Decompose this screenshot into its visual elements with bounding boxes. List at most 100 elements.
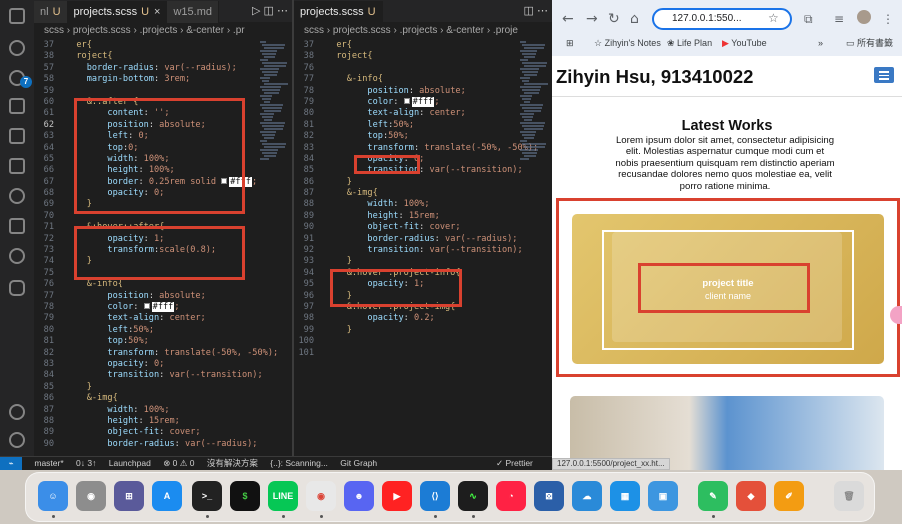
reload-icon[interactable]: ↻ bbox=[608, 11, 620, 27]
code-line[interactable]: 80 left:50%; bbox=[34, 325, 254, 336]
git-client-icon[interactable]: ◆ bbox=[736, 481, 766, 511]
cloud-app-icon[interactable]: ☁ bbox=[572, 481, 602, 511]
code-line[interactable]: 76 &-info{ bbox=[34, 279, 254, 290]
git-graph[interactable]: Git Graph bbox=[340, 458, 377, 468]
chrome-icon[interactable]: ◉ bbox=[306, 481, 336, 511]
account-icon[interactable] bbox=[9, 404, 25, 420]
clock-app-icon[interactable]: ◔ bbox=[496, 481, 526, 511]
code-line[interactable]: 88 height: 15rem; bbox=[34, 416, 254, 427]
testing-icon[interactable] bbox=[9, 188, 25, 204]
trash-icon[interactable]: 🗑 bbox=[834, 481, 864, 511]
youtube-app-icon[interactable]: ▶ bbox=[382, 481, 412, 511]
code-line[interactable]: 79 color: #fff; bbox=[294, 96, 514, 108]
code-line[interactable]: 82 top:50%; bbox=[294, 131, 514, 142]
evernote-icon[interactable]: ✎ bbox=[698, 481, 728, 511]
line-icon[interactable]: LINE bbox=[268, 481, 298, 511]
finder-icon[interactable]: ☺ bbox=[38, 481, 68, 511]
extensions-icon[interactable]: ⧉ bbox=[804, 11, 813, 27]
code-line[interactable]: 78 color: #fff; bbox=[34, 301, 254, 313]
code-line[interactable]: 91 border-radius: var(--radius); bbox=[294, 234, 518, 245]
bookmarks-overflow[interactable]: » bbox=[818, 37, 823, 49]
code-line[interactable]: 86 &-img{ bbox=[34, 393, 254, 404]
code-line[interactable]: 99 } bbox=[294, 325, 514, 336]
code-line[interactable]: 83 opacity: 0; bbox=[34, 359, 254, 370]
network-app-icon[interactable]: ⊠ bbox=[534, 481, 564, 511]
menu-icon[interactable]: ⋮ bbox=[882, 11, 894, 27]
code-line[interactable]: 59 bbox=[34, 86, 254, 97]
tab-projects-scss[interactable]: projects.scss U × bbox=[67, 1, 168, 23]
remote-indicator[interactable]: ⌁ bbox=[0, 457, 22, 470]
code-line[interactable]: 77 &-info{ bbox=[294, 74, 514, 85]
all-bookmarks[interactable]: ▭ 所有書籤 bbox=[846, 37, 893, 49]
live-share-icon[interactable] bbox=[9, 248, 25, 264]
forward-icon[interactable]: → bbox=[586, 11, 598, 27]
home-icon[interactable]: ⌂ bbox=[630, 11, 639, 27]
reading-list-icon[interactable]: ≡ bbox=[834, 11, 844, 27]
settings-gear-icon[interactable] bbox=[9, 432, 25, 448]
code-line[interactable]: 90 object-fit: cover; bbox=[294, 222, 514, 233]
code-line[interactable]: 84 transition: var(--transition); bbox=[34, 370, 263, 381]
remote-explorer-icon[interactable] bbox=[9, 158, 25, 174]
discord-icon[interactable]: ☻ bbox=[344, 481, 374, 511]
tab-projects-scss[interactable]: projects.scss U bbox=[294, 1, 383, 23]
code-line[interactable]: 79 text-align: center; bbox=[34, 313, 254, 324]
pages-icon[interactable]: ✐ bbox=[774, 481, 804, 511]
launchpad-icon[interactable]: ⊞ bbox=[114, 481, 144, 511]
tab-w15-md[interactable]: w15.md bbox=[167, 1, 220, 23]
launchpad[interactable]: Launchpad bbox=[109, 458, 151, 468]
tab-nl[interactable]: nl U bbox=[34, 1, 68, 23]
minimap[interactable] bbox=[260, 40, 288, 450]
apps-icon[interactable]: ⊞ bbox=[566, 37, 574, 49]
terminal-icon[interactable]: >_ bbox=[192, 481, 222, 511]
code-line[interactable]: 83 transform: translate(-50%, -50%); bbox=[294, 143, 539, 154]
git-graph-icon[interactable] bbox=[9, 218, 25, 234]
problems[interactable]: ⊗ 0 ⚠ 0 bbox=[163, 458, 194, 468]
code-line[interactable]: 38 roject{ bbox=[34, 51, 254, 62]
close-icon[interactable]: × bbox=[154, 6, 160, 18]
code-line[interactable]: 87 &-img{ bbox=[294, 188, 514, 199]
iterm-icon[interactable]: $ bbox=[230, 481, 260, 511]
code-line[interactable]: 81 top:50%; bbox=[34, 336, 254, 347]
explorer-icon[interactable] bbox=[9, 8, 25, 24]
breadcrumb[interactable]: scss › projects.scss › .projects › &-cen… bbox=[304, 22, 552, 40]
docker-app-icon[interactable]: ▦ bbox=[610, 481, 640, 511]
bookmark-youtube[interactable]: ▶ YouTube bbox=[722, 37, 767, 49]
code-line[interactable]: 58 margin-bottom: 3rem; bbox=[34, 74, 254, 85]
code-line[interactable]: 89 height: 15rem; bbox=[294, 211, 514, 222]
search-icon[interactable] bbox=[9, 40, 25, 56]
breadcrumb[interactable]: scss › projects.scss › .projects › &-cen… bbox=[44, 22, 292, 40]
hamburger-menu-icon[interactable] bbox=[874, 67, 894, 83]
code-line[interactable]: 89 object-fit: cover; bbox=[34, 427, 254, 438]
code-line[interactable]: 77 position: absolute; bbox=[34, 291, 254, 302]
code-line[interactable]: 81 left:50%; bbox=[294, 120, 514, 131]
vscode-icon[interactable]: ⟨⟩ bbox=[420, 481, 450, 511]
prettier[interactable]: ✓ Prettier bbox=[496, 457, 533, 470]
screenshot-icon[interactable]: ◉ bbox=[76, 481, 106, 511]
avatar[interactable] bbox=[857, 10, 871, 24]
code-line[interactable]: 101 bbox=[294, 348, 514, 359]
side-widget-tab[interactable] bbox=[890, 306, 902, 324]
git-branch[interactable]: master* bbox=[34, 458, 63, 468]
code-line[interactable]: 88 width: 100%; bbox=[294, 199, 514, 210]
run-debug-icon[interactable] bbox=[9, 98, 25, 114]
git-sync[interactable]: 0↓ 3↑ bbox=[76, 458, 96, 468]
code-line[interactable]: 76 bbox=[294, 63, 514, 74]
star-icon[interactable]: ☆ bbox=[768, 10, 779, 26]
code-line[interactable]: 85 } bbox=[34, 382, 254, 393]
back-icon[interactable]: ← bbox=[562, 11, 574, 27]
code-line[interactable]: 37 er{ bbox=[294, 40, 514, 51]
editor-actions[interactable]: ◫ ⋯ bbox=[524, 0, 548, 22]
code-line[interactable]: 87 width: 100%; bbox=[34, 405, 254, 416]
bookmark-zihyin-notes[interactable]: ☆ Zihyin's Notes bbox=[594, 37, 661, 49]
extensions-icon[interactable] bbox=[9, 128, 25, 144]
preview-icon[interactable]: ▣ bbox=[648, 481, 678, 511]
code-line[interactable]: 98 opacity: 0.2; bbox=[294, 313, 514, 324]
code-line[interactable]: 90 border-radius: var(--radius); bbox=[34, 439, 258, 450]
code-line[interactable]: 82 transform: translate(-50%, -50%); bbox=[34, 348, 279, 359]
code-line[interactable]: 78 position: absolute; bbox=[294, 86, 514, 97]
code-line[interactable]: 93 } bbox=[294, 256, 514, 267]
code-line[interactable]: 80 text-align: center; bbox=[294, 108, 514, 119]
minimap[interactable] bbox=[520, 40, 548, 450]
activity-monitor-icon[interactable]: ∿ bbox=[458, 481, 488, 511]
app-store-icon[interactable]: A bbox=[152, 481, 182, 511]
